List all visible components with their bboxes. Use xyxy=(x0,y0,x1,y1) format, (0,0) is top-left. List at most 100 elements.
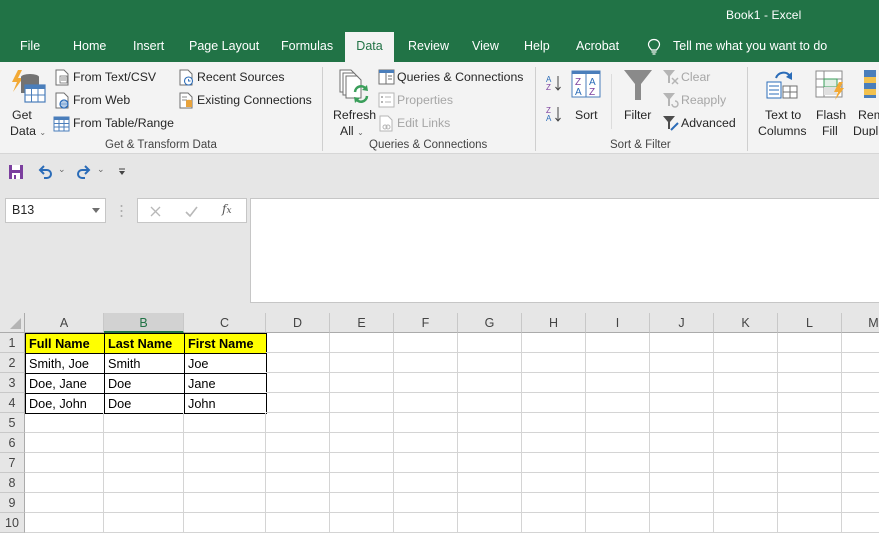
column-header-h[interactable]: H xyxy=(522,313,586,333)
cell-l6[interactable] xyxy=(778,433,842,453)
cell-c2[interactable]: Joe xyxy=(184,353,267,374)
cell-m10[interactable] xyxy=(842,513,879,533)
cell-h10[interactable] xyxy=(522,513,586,533)
cell-e8[interactable] xyxy=(330,473,394,493)
cell-f9[interactable] xyxy=(394,493,458,513)
cell-a3[interactable]: Doe, Jane xyxy=(25,373,105,394)
row-header-5[interactable]: 5 xyxy=(0,413,25,433)
cell-f10[interactable] xyxy=(394,513,458,533)
undo-icon[interactable] xyxy=(37,163,53,179)
cell-f4[interactable] xyxy=(394,393,458,413)
cell-l9[interactable] xyxy=(778,493,842,513)
cell-b5[interactable] xyxy=(104,413,184,433)
row-header-9[interactable]: 9 xyxy=(0,493,25,513)
cell-l3[interactable] xyxy=(778,373,842,393)
cell-e6[interactable] xyxy=(330,433,394,453)
formula-bar-grip-icon[interactable] xyxy=(120,204,123,218)
cell-g6[interactable] xyxy=(458,433,522,453)
cell-k8[interactable] xyxy=(714,473,778,493)
cell-k9[interactable] xyxy=(714,493,778,513)
cell-d10[interactable] xyxy=(266,513,330,533)
tab-help[interactable]: Help xyxy=(520,32,554,62)
cell-h2[interactable] xyxy=(522,353,586,373)
cell-e2[interactable] xyxy=(330,353,394,373)
insert-function-icon[interactable]: fx xyxy=(222,202,232,216)
cell-d6[interactable] xyxy=(266,433,330,453)
text-to-columns-button[interactable]: Text to Columns xyxy=(757,66,807,138)
cell-c1[interactable]: First Name xyxy=(184,333,267,354)
cell-l1[interactable] xyxy=(778,333,842,353)
row-header-4[interactable]: 4 xyxy=(0,393,25,413)
confirm-entry-icon[interactable] xyxy=(185,206,198,217)
cell-k6[interactable] xyxy=(714,433,778,453)
cell-c9[interactable] xyxy=(184,493,266,513)
cell-h1[interactable] xyxy=(522,333,586,353)
cell-c4[interactable]: John xyxy=(184,393,267,414)
cell-g10[interactable] xyxy=(458,513,522,533)
cell-b4[interactable]: Doe xyxy=(104,393,185,414)
cell-i7[interactable] xyxy=(586,453,650,473)
cell-b9[interactable] xyxy=(104,493,184,513)
cell-c7[interactable] xyxy=(184,453,266,473)
tab-formulas[interactable]: Formulas xyxy=(277,32,337,62)
column-header-k[interactable]: K xyxy=(714,313,778,333)
cell-m4[interactable] xyxy=(842,393,879,413)
cell-d8[interactable] xyxy=(266,473,330,493)
cell-b3[interactable]: Doe xyxy=(104,373,185,394)
cell-a2[interactable]: Smith, Joe xyxy=(25,353,105,374)
cell-m3[interactable] xyxy=(842,373,879,393)
cell-g8[interactable] xyxy=(458,473,522,493)
cell-j4[interactable] xyxy=(650,393,714,413)
cell-j2[interactable] xyxy=(650,353,714,373)
undo-dropdown-icon[interactable]: ⌄ xyxy=(58,164,66,175)
select-all-button[interactable] xyxy=(0,313,25,333)
cell-i10[interactable] xyxy=(586,513,650,533)
cell-c5[interactable] xyxy=(184,413,266,433)
row-header-6[interactable]: 6 xyxy=(0,433,25,453)
cell-e5[interactable] xyxy=(330,413,394,433)
cell-f7[interactable] xyxy=(394,453,458,473)
cell-h6[interactable] xyxy=(522,433,586,453)
column-header-f[interactable]: F xyxy=(394,313,458,333)
cell-c8[interactable] xyxy=(184,473,266,493)
cell-a1[interactable]: Full Name xyxy=(25,333,105,354)
row-header-10[interactable]: 10 xyxy=(0,513,25,533)
cell-m2[interactable] xyxy=(842,353,879,373)
tab-view[interactable]: View xyxy=(468,32,503,62)
remove-duplicates-button[interactable]: Rem Dupl xyxy=(852,66,879,136)
tab-data[interactable]: Data xyxy=(345,32,394,62)
cell-g5[interactable] xyxy=(458,413,522,433)
column-header-m[interactable]: M xyxy=(842,313,879,333)
tab-home[interactable]: Home xyxy=(69,32,110,62)
cell-a9[interactable] xyxy=(25,493,104,513)
sort-descending-button[interactable]: Z A xyxy=(545,104,563,124)
save-icon[interactable] xyxy=(8,164,24,180)
cell-m8[interactable] xyxy=(842,473,879,493)
column-header-i[interactable]: I xyxy=(586,313,650,333)
get-data-button[interactable]: Get Data ⌄ xyxy=(6,66,48,138)
flash-fill-button[interactable]: Flash Fill xyxy=(812,66,848,138)
cell-b6[interactable] xyxy=(104,433,184,453)
cell-l8[interactable] xyxy=(778,473,842,493)
cell-h9[interactable] xyxy=(522,493,586,513)
cell-j9[interactable] xyxy=(650,493,714,513)
cell-k3[interactable] xyxy=(714,373,778,393)
cell-f6[interactable] xyxy=(394,433,458,453)
cell-l7[interactable] xyxy=(778,453,842,473)
row-header-7[interactable]: 7 xyxy=(0,453,25,473)
row-header-3[interactable]: 3 xyxy=(0,373,25,393)
cell-h5[interactable] xyxy=(522,413,586,433)
cell-d5[interactable] xyxy=(266,413,330,433)
column-header-l[interactable]: L xyxy=(778,313,842,333)
column-header-e[interactable]: E xyxy=(330,313,394,333)
cell-c3[interactable]: Jane xyxy=(184,373,267,394)
cell-i4[interactable] xyxy=(586,393,650,413)
cell-i5[interactable] xyxy=(586,413,650,433)
cell-e9[interactable] xyxy=(330,493,394,513)
cell-k10[interactable] xyxy=(714,513,778,533)
cell-j10[interactable] xyxy=(650,513,714,533)
row-header-1[interactable]: 1 xyxy=(0,333,25,353)
cell-a10[interactable] xyxy=(25,513,104,533)
cell-a8[interactable] xyxy=(25,473,104,493)
cell-f5[interactable] xyxy=(394,413,458,433)
